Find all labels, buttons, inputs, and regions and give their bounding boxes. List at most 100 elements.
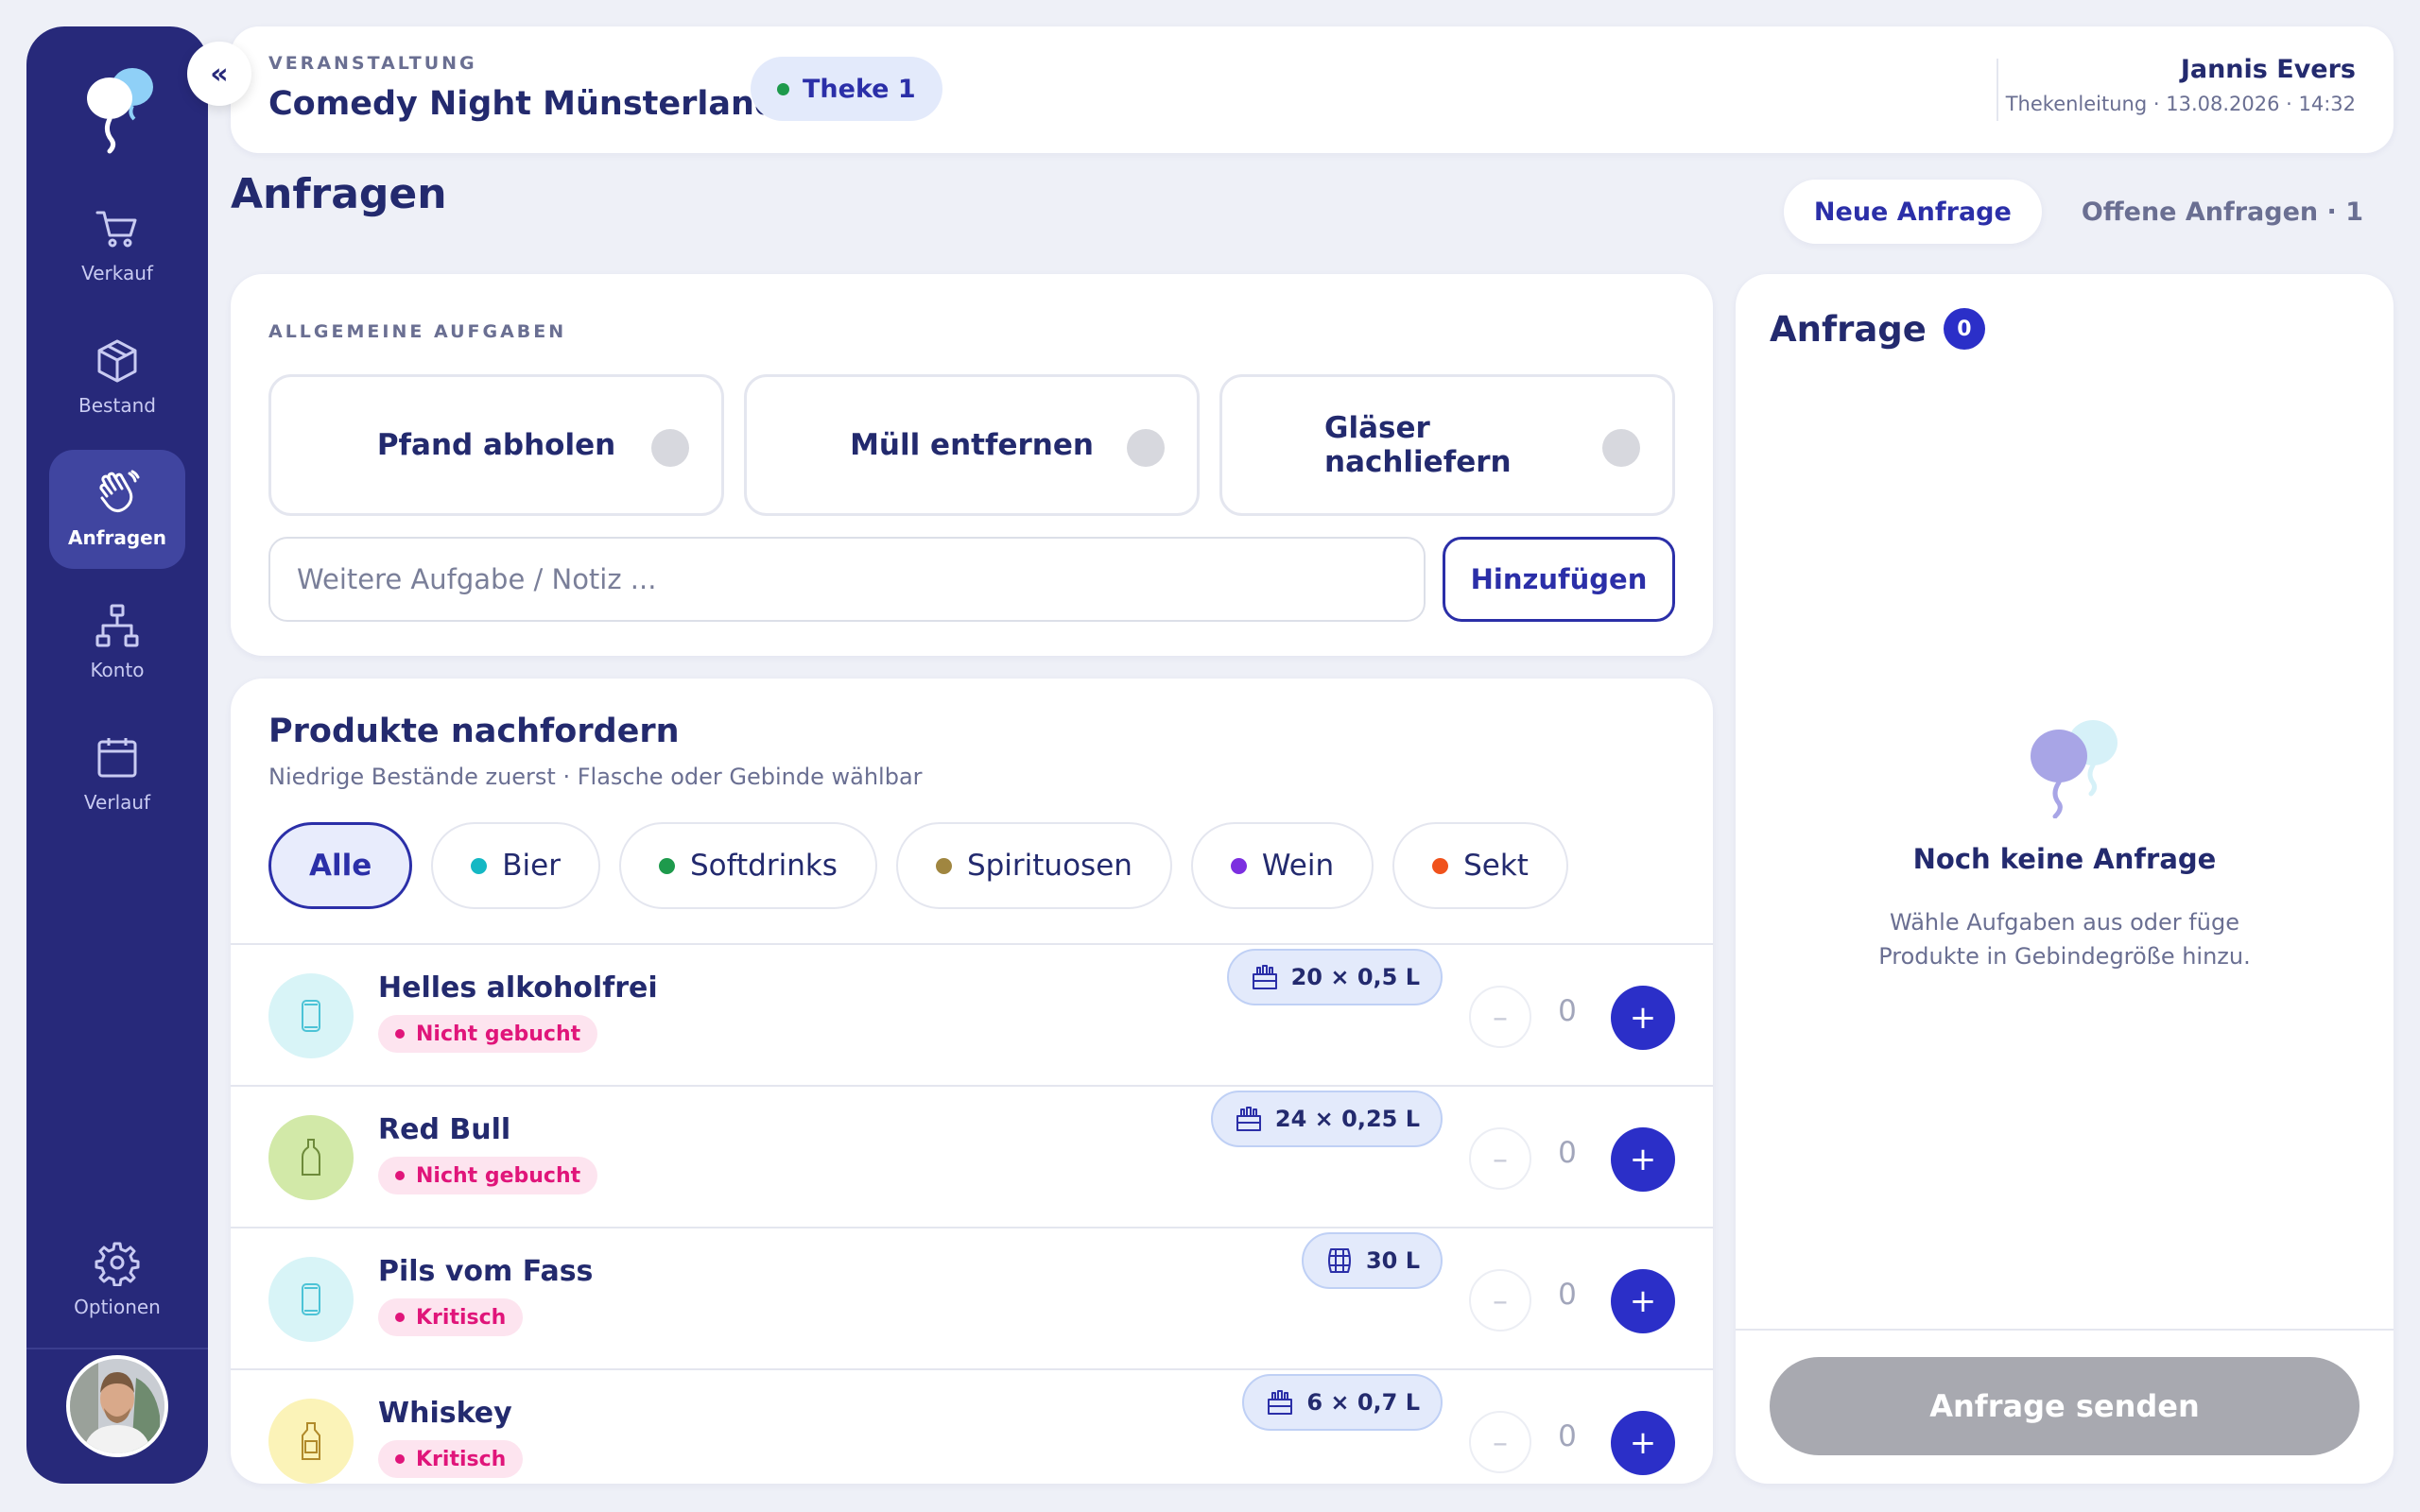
product-icon: [268, 1399, 354, 1484]
crate-icon: [1236, 1107, 1261, 1131]
add-task-button[interactable]: Hinzufügen: [1443, 537, 1675, 622]
collapse-sidebar-button[interactable]: «: [187, 42, 251, 106]
product-icon: [268, 1115, 354, 1200]
decrease-button[interactable]: –: [1469, 1269, 1531, 1332]
header-divider: [1996, 59, 1998, 121]
status-label: Kritisch: [416, 1305, 507, 1330]
filter-chip-label: Spirituosen: [966, 849, 1132, 883]
event-kicker: VERANSTALTUNG: [268, 53, 477, 74]
sidebar-item-label: Verkauf: [81, 262, 153, 284]
status-dot: [777, 82, 789, 95]
sidebar-item-verlauf[interactable]: Verlauf: [49, 714, 185, 833]
unit-selector[interactable]: 20 × 0,5 L: [1226, 949, 1443, 1005]
request-title-label: Anfrage: [1770, 308, 1927, 350]
task-glaeser-nachliefern[interactable]: Gläser nachliefern: [1219, 374, 1675, 516]
send-request-button[interactable]: Anfrage senden: [1770, 1357, 2360, 1455]
increase-button[interactable]: +: [1611, 986, 1675, 1050]
product-name: Pils vom Fass: [378, 1255, 594, 1288]
quantity-value: 0: [1558, 994, 1577, 1028]
box-icon: [97, 339, 137, 383]
product-icon: [268, 973, 354, 1058]
status-dot: [395, 1313, 405, 1322]
request-title: Anfrage 0: [1770, 308, 1985, 350]
quantity-value: 0: [1558, 1278, 1577, 1312]
task-muell-entfernen[interactable]: Müll entfernen: [744, 374, 1200, 516]
status-badge: Nicht gebucht: [378, 1015, 598, 1053]
product-row: Red Bull Nicht gebucht 24 × 0,25 L – 0 +: [231, 1085, 1713, 1227]
increase-button[interactable]: +: [1611, 1411, 1675, 1475]
sidebar: « Verkauf Bestand Anfragen Konto Verlauf…: [26, 26, 251, 1484]
sidebar-item-bestand[interactable]: Bestand: [49, 318, 185, 437]
liquor-bottle-icon: [302, 1422, 320, 1460]
crate-icon: [1252, 965, 1277, 989]
status-badge: Kritisch: [378, 1440, 524, 1478]
sidebar-item-label: Optionen: [74, 1296, 161, 1318]
filter-chip-label: Wein: [1261, 849, 1335, 883]
sidebar-item-optionen[interactable]: Optionen: [49, 1219, 185, 1338]
user-name: Jannis Evers: [2180, 55, 2356, 84]
logo: [87, 68, 153, 154]
products-card: Produkte nachfordern Niedrige Bestände z…: [231, 679, 1713, 1484]
station-badge-label: Theke 1: [803, 74, 916, 104]
calendar-icon: [97, 738, 137, 778]
tab-offene-anfragen[interactable]: Offene Anfragen · 1: [2051, 180, 2394, 244]
status-label: Kritisch: [416, 1447, 507, 1471]
decrease-button[interactable]: –: [1469, 1127, 1531, 1190]
empty-state-title: Noch keine Anfrage: [1912, 843, 2217, 875]
status-badge: Nicht gebucht: [378, 1157, 598, 1194]
filter-chip-sekt[interactable]: Sekt: [1392, 822, 1568, 909]
category-dot: [1230, 857, 1247, 874]
unit-selector[interactable]: 6 × 0,7 L: [1242, 1374, 1443, 1431]
filter-chip-bier[interactable]: Bier: [431, 822, 600, 909]
bottle-icon: [302, 1139, 320, 1176]
status-label: Nicht gebucht: [416, 1022, 581, 1046]
unit-selector[interactable]: 24 × 0,25 L: [1210, 1091, 1443, 1147]
category-dot: [658, 857, 675, 874]
general-tasks-card: ALLGEMEINE AUFGABEN Pfand abholen Müll e…: [231, 274, 1713, 656]
task-label: Gläser nachliefern: [1324, 411, 1512, 479]
sidebar-item-konto[interactable]: Konto: [49, 582, 185, 701]
decrease-button[interactable]: –: [1469, 986, 1531, 1048]
unit-label: 20 × 0,5 L: [1290, 964, 1420, 990]
crate-icon: [1268, 1390, 1293, 1415]
avatar[interactable]: [66, 1355, 168, 1457]
status-dot: [395, 1454, 405, 1464]
sidebar-item-anfragen[interactable]: Anfragen: [49, 450, 185, 569]
task-radio[interactable]: [651, 429, 689, 467]
status-dot: [395, 1171, 405, 1180]
filter-chip-spirituosen[interactable]: Spirituosen: [895, 822, 1172, 909]
sidebar-nav: Verkauf Bestand Anfragen Konto Verlauf: [26, 185, 208, 847]
sidebar-item-label: Bestand: [78, 394, 156, 417]
task-label: Pfand abholen: [376, 428, 616, 462]
task-radio[interactable]: [1127, 429, 1165, 467]
task-radio[interactable]: [1602, 429, 1640, 467]
quantity-value: 0: [1558, 1136, 1577, 1170]
page-title: Anfragen: [231, 170, 447, 218]
event-title: Comedy Night Münsterland: [268, 85, 778, 123]
user-meta: Thekenleitung · 13.08.2026 · 14:32: [2005, 93, 2356, 115]
filter-chip-alle[interactable]: Alle: [268, 822, 413, 909]
product-row: Whiskey Kritisch 6 × 0,7 L – 0 +: [231, 1368, 1713, 1484]
product-list: Helles alkoholfrei Nicht gebucht 20 × 0,…: [231, 943, 1713, 1484]
category-filters: Alle Bier Softdrinks Spirituosen Wein Se…: [268, 822, 1587, 909]
category-dot: [935, 857, 952, 874]
increase-button[interactable]: +: [1611, 1269, 1675, 1333]
product-row: Pils vom Fass Kritisch 30 L – 0 +: [231, 1227, 1713, 1368]
section-kicker: ALLGEMEINE AUFGABEN: [268, 321, 567, 342]
product-name: Whiskey: [378, 1397, 512, 1430]
product-name: Helles alkoholfrei: [378, 971, 658, 1005]
decrease-button[interactable]: –: [1469, 1411, 1531, 1473]
station-badge[interactable]: Theke 1: [751, 57, 942, 121]
products-subtitle: Niedrige Bestände zuerst · Flasche oder …: [268, 764, 923, 790]
tab-neue-anfrage[interactable]: Neue Anfrage: [1783, 180, 2042, 244]
network-icon: [95, 604, 139, 647]
filter-chip-wein[interactable]: Wein: [1190, 822, 1374, 909]
sidebar-item-verkauf[interactable]: Verkauf: [49, 185, 185, 304]
note-input[interactable]: [268, 537, 1426, 622]
unit-label: 30 L: [1365, 1247, 1420, 1274]
increase-button[interactable]: +: [1611, 1127, 1675, 1192]
task-pfand-abholen[interactable]: Pfand abholen: [268, 374, 724, 516]
filter-chip-softdrinks[interactable]: Softdrinks: [618, 822, 877, 909]
unit-selector[interactable]: 30 L: [1301, 1232, 1443, 1289]
gear-icon: [95, 1242, 140, 1286]
